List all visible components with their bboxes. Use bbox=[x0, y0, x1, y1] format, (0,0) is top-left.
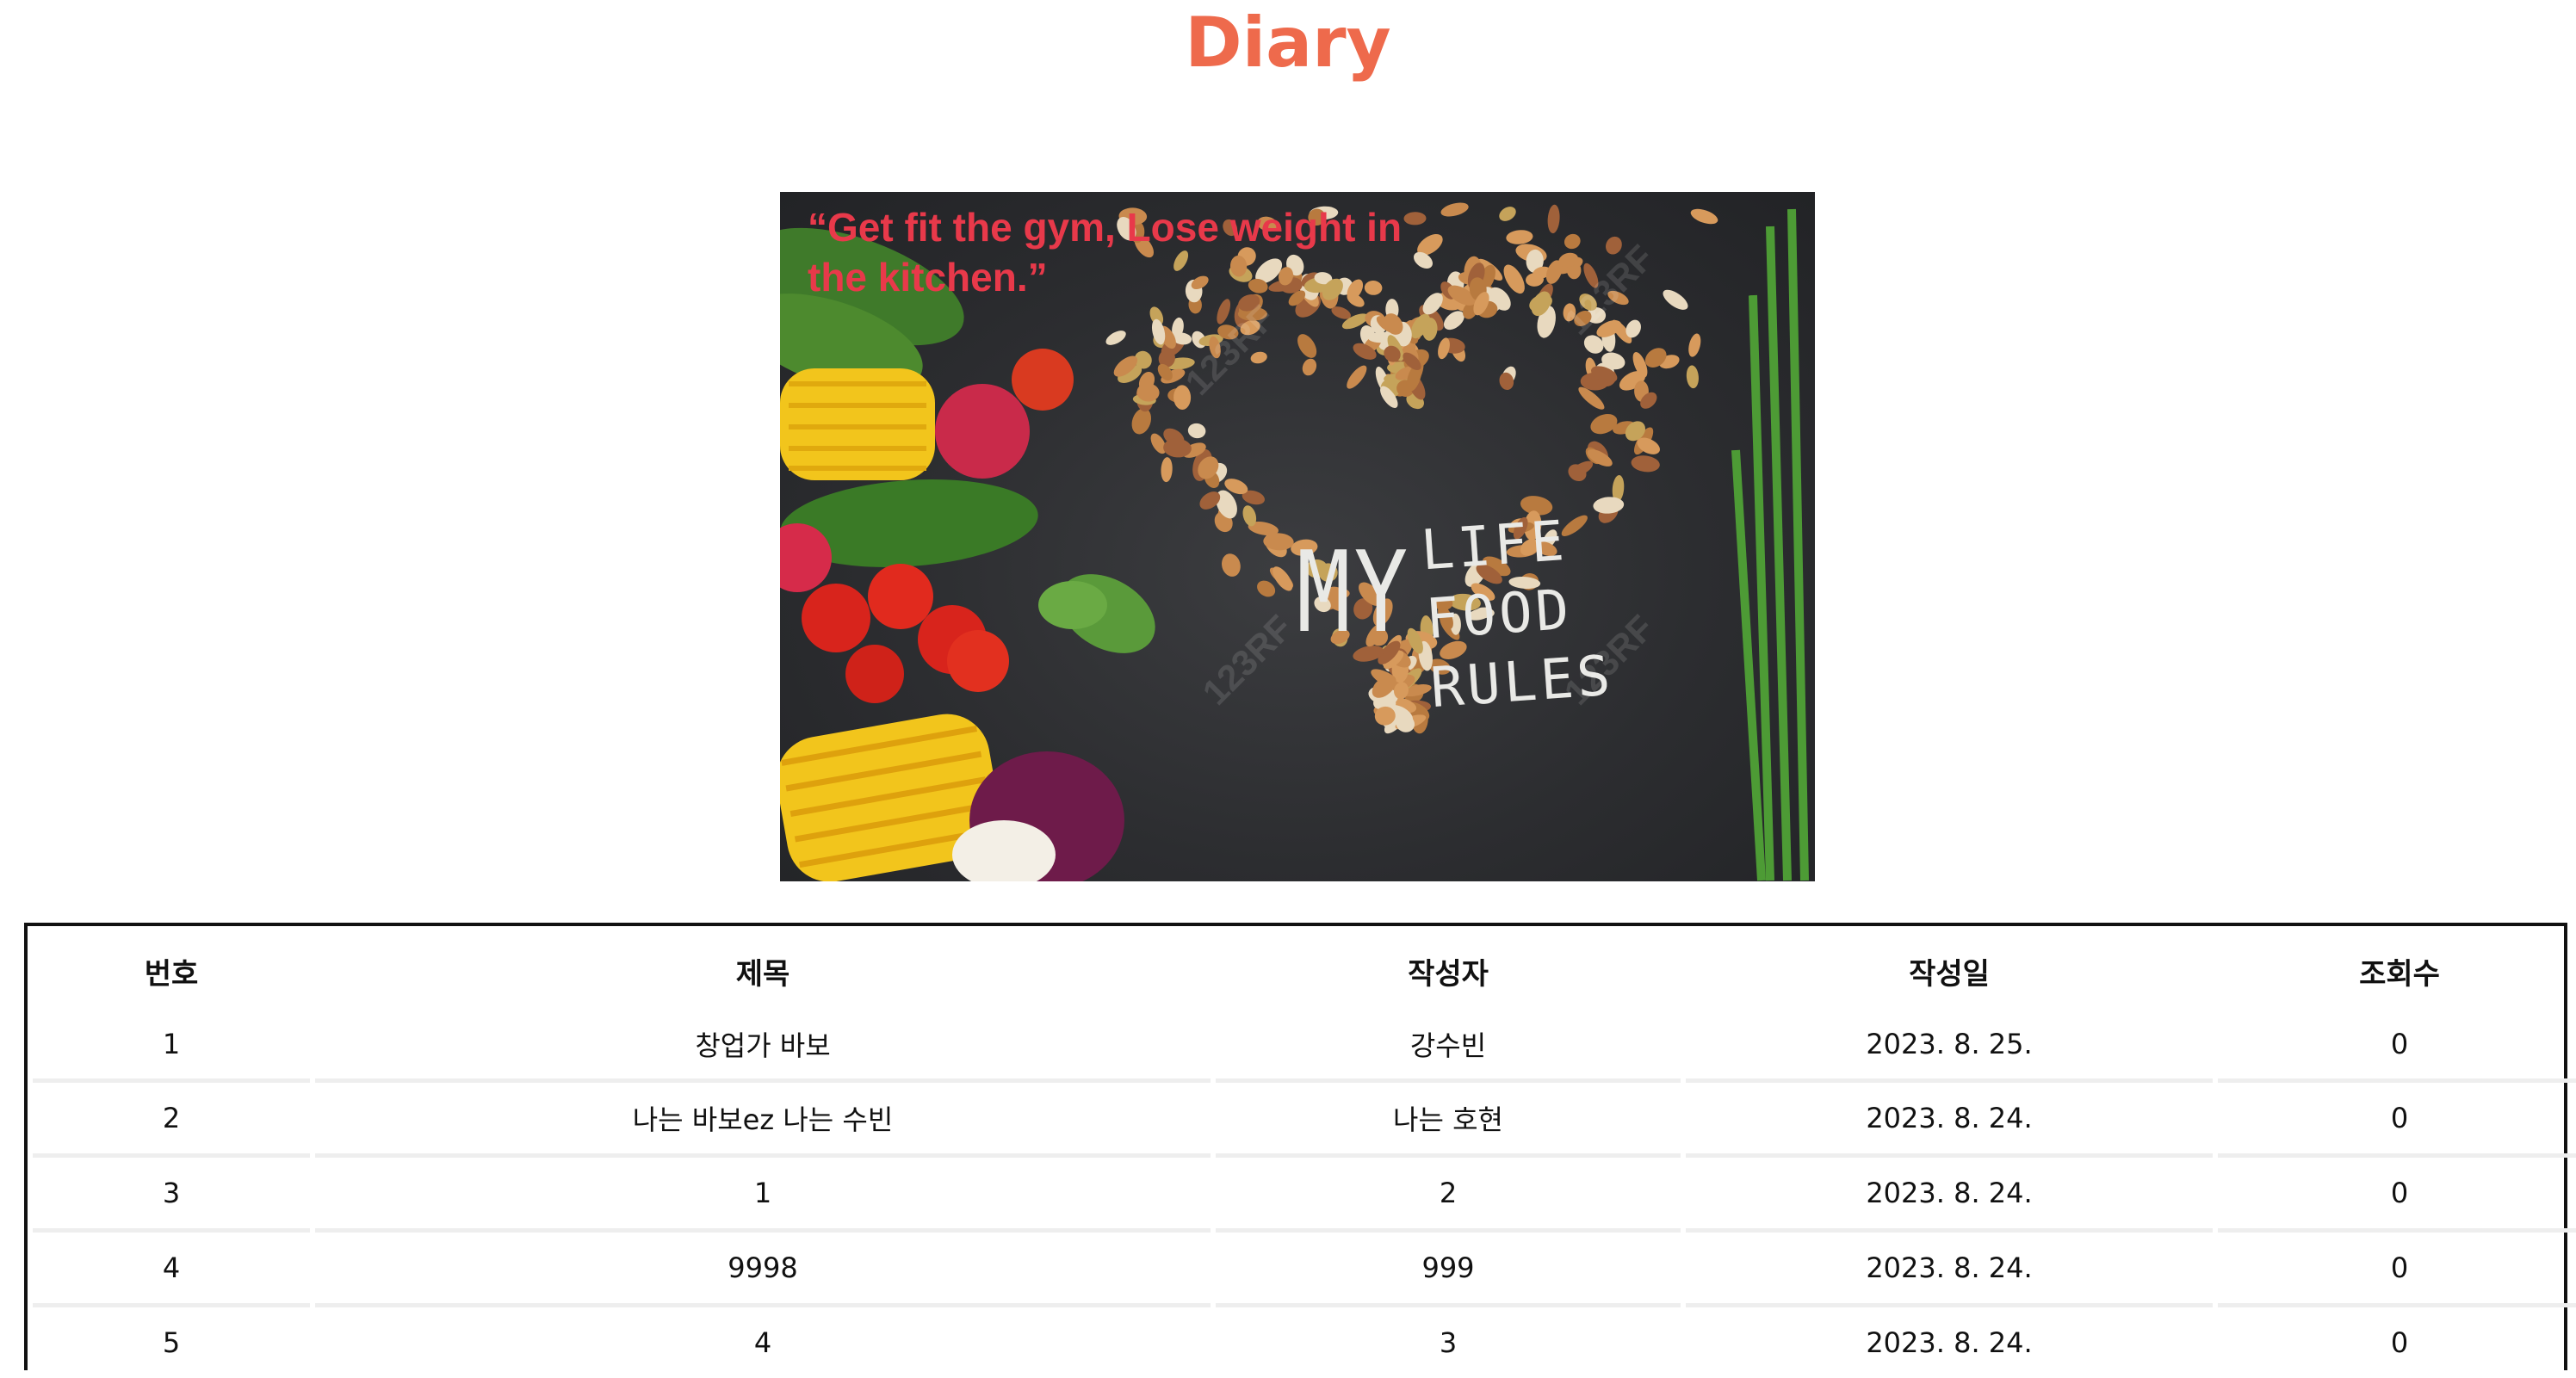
nut bbox=[1499, 207, 1516, 221]
cell-title[interactable]: 4 bbox=[315, 1303, 1211, 1378]
nut bbox=[1506, 230, 1533, 244]
page-title: Diary bbox=[1185, 3, 1391, 83]
nut bbox=[1302, 358, 1317, 376]
nut bbox=[1564, 233, 1581, 250]
cell-date: 2023. 8. 24. bbox=[1686, 1153, 2213, 1228]
cell-date: 2023. 8. 25. bbox=[1866, 1028, 2033, 1060]
cell-title[interactable]: 창업가 바보 bbox=[315, 1010, 1211, 1078]
vegetables-left bbox=[780, 227, 1155, 881]
diary-board: 번호 제목 작성자 작성일 조회수 1 창업가 바보 강수빈 2023. 8. … bbox=[24, 923, 2576, 1370]
column-header-number: 번호 bbox=[144, 956, 199, 992]
cell-views: 0 bbox=[2218, 1303, 2576, 1378]
nut bbox=[1105, 331, 1126, 345]
cell-number: 2 bbox=[33, 1078, 310, 1153]
nut bbox=[1187, 423, 1206, 439]
column-header-date: 작성일 bbox=[1909, 956, 1990, 992]
hero-quote: “Get fit the gym, Lose weight in the kit… bbox=[808, 205, 1403, 300]
table-row[interactable]: 2 나는 바보ez 나는 수빈 나는 호현 2023. 8. 24. 0 bbox=[33, 1078, 2576, 1153]
chalk-text-my: MY bbox=[1297, 526, 1412, 658]
nut bbox=[1221, 553, 1241, 577]
chalk-line: FOOD bbox=[1423, 578, 1575, 652]
cell-author: 999 bbox=[1216, 1228, 1681, 1303]
nut bbox=[1547, 204, 1560, 234]
nut bbox=[1686, 365, 1699, 389]
cell-title[interactable]: 9998 bbox=[315, 1228, 1211, 1303]
nut bbox=[1631, 455, 1660, 473]
table-row[interactable]: 5 4 3 2023. 8. 24. 0 bbox=[33, 1303, 2576, 1378]
nut bbox=[1161, 457, 1173, 483]
cell-title[interactable]: 나는 바보ez 나는 수빈 bbox=[315, 1078, 1211, 1153]
column-header-title: 제목 bbox=[735, 956, 790, 992]
cell-number: 4 bbox=[33, 1228, 310, 1303]
nut bbox=[1297, 334, 1317, 358]
cell-views: 0 bbox=[2390, 1028, 2409, 1060]
diary-table: 번호 제목 작성자 작성일 조회수 1 창업가 바보 강수빈 2023. 8. … bbox=[28, 926, 2576, 1378]
table-row[interactable]: 4 9998 999 2023. 8. 24. 0 bbox=[33, 1228, 2576, 1303]
nut bbox=[1347, 365, 1367, 389]
nut bbox=[1257, 580, 1276, 597]
hero-image: “Get fit the gym, Lose weight in the kit… bbox=[780, 192, 1815, 881]
nut bbox=[1663, 289, 1688, 310]
cell-number: 5 bbox=[33, 1303, 310, 1378]
column-header-views: 조회수 bbox=[2359, 956, 2440, 992]
column-header-author: 작성자 bbox=[1408, 956, 1489, 992]
cell-number: 3 bbox=[33, 1153, 310, 1228]
cell-author: 강수빈 bbox=[1409, 1029, 1487, 1062]
cell-date: 2023. 8. 24. bbox=[1686, 1228, 2213, 1303]
cell-title[interactable]: 1 bbox=[315, 1153, 1211, 1228]
table-header-row: 번호 제목 작성자 작성일 조회수 bbox=[33, 926, 2576, 1010]
table-row[interactable]: 3 1 2 2023. 8. 24. 0 bbox=[33, 1153, 2576, 1228]
cell-author: 나는 호현 bbox=[1216, 1078, 1681, 1153]
cell-date: 2023. 8. 24. bbox=[1686, 1303, 2213, 1378]
cell-views: 0 bbox=[2218, 1078, 2576, 1153]
table-row[interactable]: 1 창업가 바보 강수빈 2023. 8. 25. 0 bbox=[33, 1010, 2576, 1078]
green-onion-right bbox=[1731, 208, 1809, 881]
cell-views: 0 bbox=[2218, 1228, 2576, 1303]
cell-date: 2023. 8. 24. bbox=[1686, 1078, 2213, 1153]
nut bbox=[1590, 413, 1618, 435]
cell-number: 1 bbox=[162, 1028, 181, 1060]
cell-views: 0 bbox=[2218, 1153, 2576, 1228]
cell-author: 2 bbox=[1216, 1153, 1681, 1228]
nut bbox=[1688, 333, 1701, 357]
chalk-line: LIFE bbox=[1419, 509, 1570, 584]
nut bbox=[1690, 208, 1718, 225]
cell-author: 3 bbox=[1216, 1303, 1681, 1378]
